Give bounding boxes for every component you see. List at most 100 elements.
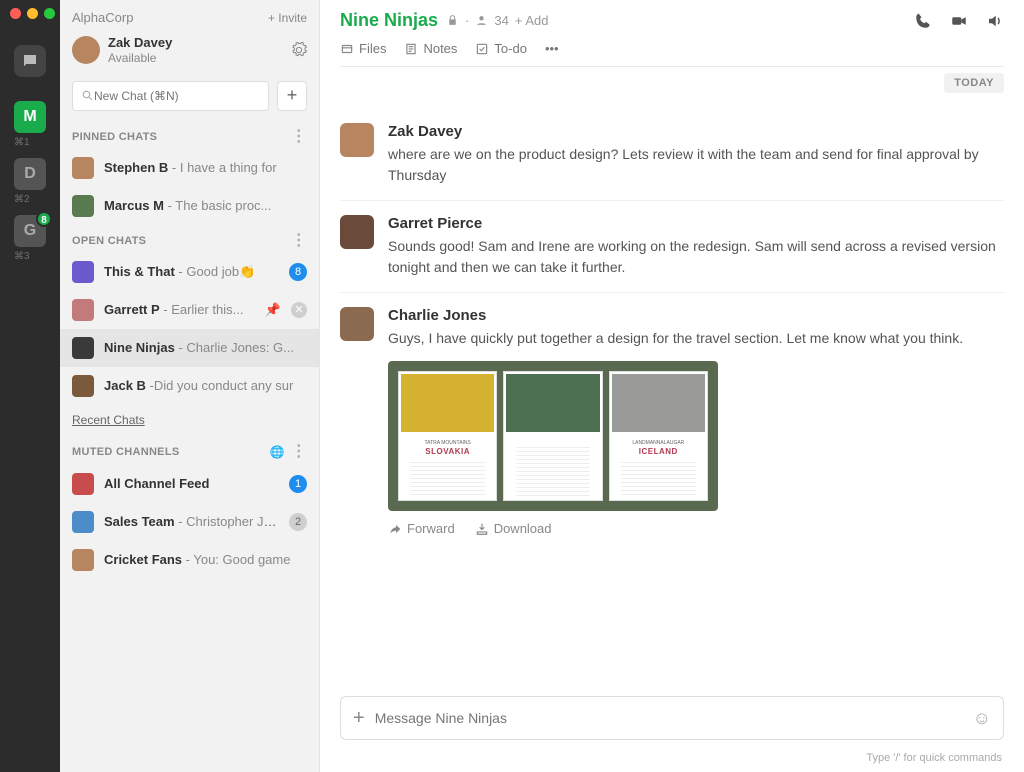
workspace-badge: 8 [36,211,52,227]
forward-button[interactable]: Forward [388,521,455,536]
chat-avatar [72,299,94,321]
chat-item[interactable]: Marcus M - The basic proc... [60,187,319,225]
chat-item[interactable]: Jack B -Did you conduct any sur [60,367,319,405]
close-icon[interactable]: ✕ [291,302,307,318]
muted-menu-icon[interactable]: ⋮ [291,443,307,460]
current-user[interactable]: Zak Davey Available [60,29,319,71]
search-input-wrap[interactable] [72,81,269,111]
tab-notes[interactable]: Notes [404,41,457,56]
message-text: Guys, I have quickly put together a desi… [388,328,1004,349]
message-author: Charlie Jones [388,307,1004,324]
close-window-icon[interactable] [10,8,21,19]
date-separator: TODAY [944,73,1004,93]
channel-title[interactable]: Nine Ninjas [340,10,438,31]
chat-name: This & That [104,264,175,279]
chat-name: Marcus M [104,198,164,213]
chat-avatar [72,157,94,179]
chat-item[interactable]: Sales Team - Christopher J: d. 2 [60,503,319,541]
attach-icon[interactable]: + [353,707,365,730]
maximize-window-icon[interactable] [44,8,55,19]
chat-text: Sales Team - Christopher J: d. [104,514,279,529]
chat-text: Cricket Fans - You: Good game [104,552,307,567]
chat-item[interactable]: Cricket Fans - You: Good game [60,541,319,579]
volume-icon[interactable] [986,12,1004,30]
minimize-window-icon[interactable] [27,8,38,19]
workspace-shortcut: ⌘3 [14,251,46,262]
add-member-button[interactable]: + Add [515,13,549,28]
user-name: Zak Davey [108,35,291,51]
person-icon [475,14,488,27]
workspace-rail: M⌘1D⌘2G8⌘3 [0,0,60,772]
attachment-preview[interactable]: TATRA MOUNTAINSSLOVAKIALANDMANNALAUGARIC… [388,361,718,511]
chat-avatar [72,549,94,571]
chat-preview: - Good job👏 [175,264,256,279]
pin-icon[interactable]: 📌 [265,302,281,318]
chat-avatar [72,261,94,283]
composer-hint: Type '/' for quick commands [320,750,1024,772]
emoji-icon[interactable]: ☺ [973,708,991,729]
message-composer[interactable]: + ☺ [340,696,1004,740]
chat-avatar [72,473,94,495]
chat-avatar [72,511,94,533]
pinned-header: PINNED CHATS [72,131,157,143]
composer-input[interactable] [375,710,973,726]
chat-item[interactable]: Stephen B - I have a thing for [60,149,319,187]
chat-avatar [72,195,94,217]
chat-preview: - Earlier this... [160,302,244,317]
message-text: Sounds good! Sam and Irene are working o… [388,236,1004,278]
video-icon[interactable] [950,12,968,30]
message-avatar [340,307,374,341]
unread-badge: 8 [289,263,307,281]
chat-text: All Channel Feed [104,476,279,491]
chat-text: Nine Ninjas - Charlie Jones: G... [104,340,307,355]
workspace-m[interactable]: M [14,101,46,133]
tab-files[interactable]: Files [340,41,386,56]
chat-preview: -Did you conduct any sur [146,378,293,393]
muted-header: MUTED CHANNELS [72,446,179,458]
chat-item[interactable]: This & That - Good job👏 8 [60,253,319,291]
tab-todo[interactable]: To-do [475,41,527,56]
chat-item[interactable]: Garrett P - Earlier this... 📌 ✕ [60,291,319,329]
chat-avatar [72,375,94,397]
recent-chats-link[interactable]: Recent Chats [60,405,319,435]
member-count: 34 [494,13,508,28]
chat-item[interactable]: Nine Ninjas - Charlie Jones: G... [60,329,319,367]
chat-item[interactable]: All Channel Feed1 [60,465,319,503]
chat-name: Nine Ninjas [104,340,175,355]
chat-avatar [72,337,94,359]
chat-preview: - You: Good game [182,552,290,567]
chat-preview: - The basic proc... [164,198,271,213]
message-author: Zak Davey [388,123,1004,140]
todo-icon [475,42,489,56]
new-chat-button[interactable]: + [277,81,307,111]
search-input[interactable] [94,89,260,103]
workspace-shortcut: ⌘1 [14,137,46,148]
message: Garret PierceSounds good! Sam and Irene … [340,201,1004,293]
user-status: Available [108,51,291,65]
chat-text: Garrett P - Earlier this... [104,302,255,317]
call-icon[interactable] [914,12,932,30]
chat-name: Stephen B [104,160,168,175]
lock-icon [446,14,459,27]
attachment[interactable]: TATRA MOUNTAINSSLOVAKIALANDMANNALAUGARIC… [388,361,718,536]
workspace-g[interactable]: G8 [14,215,46,247]
sidebar: AlphaCorp + Invite Zak Davey Available +… [60,0,320,772]
gear-icon[interactable] [291,42,307,58]
tab-more-icon[interactable]: ••• [545,41,559,56]
chat-name: Jack B [104,378,146,393]
chat-home-icon[interactable] [14,45,46,77]
invite-button[interactable]: + Invite [268,11,307,25]
chat-text: Marcus M - The basic proc... [104,198,307,213]
message: Charlie Jones Guys, I have quickly put to… [340,293,1004,550]
download-button[interactable]: Download [475,521,552,536]
message-avatar [340,123,374,157]
chat-name: Cricket Fans [104,552,182,567]
conversation-pane: Nine Ninjas · 34 + Add Files Notes To-do [320,0,1024,772]
workspace-d[interactable]: D [14,158,46,190]
globe-icon[interactable]: 🌐 [269,445,284,459]
window-controls[interactable] [10,8,55,19]
org-name[interactable]: AlphaCorp [72,10,133,25]
chat-preview: - I have a thing for [168,160,276,175]
unread-badge: 2 [289,513,307,531]
chat-name: Garrett P [104,302,160,317]
